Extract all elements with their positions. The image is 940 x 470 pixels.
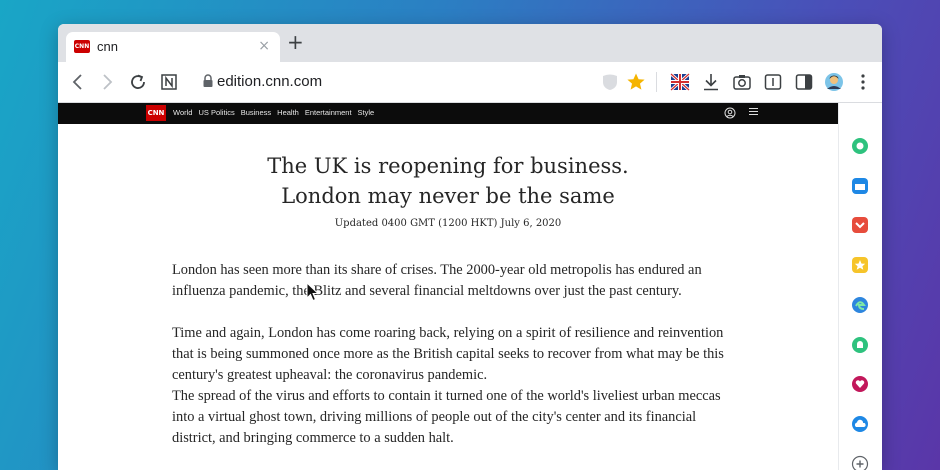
bookmark-star-icon[interactable] [625, 71, 647, 93]
tab-cnn[interactable]: CNN cnn × [66, 32, 280, 62]
chat-icon[interactable] [851, 137, 869, 155]
edge-icon[interactable] [851, 296, 869, 314]
pocket-icon[interactable] [851, 216, 869, 234]
bookmark-star-icon[interactable] [851, 256, 869, 274]
nav-link-entertainment[interactable]: Entertainment [305, 108, 352, 117]
tab-strip: CNN cnn × + [58, 24, 882, 62]
more-menu-icon[interactable] [852, 71, 874, 93]
calendar-icon[interactable] [851, 177, 869, 195]
lock-icon[interactable] [202, 74, 214, 88]
article-updated-timestamp: Updated 0400 GMT (1200 HKT) July 6, 2020 [334, 218, 562, 229]
profile-avatar-icon[interactable] [823, 71, 845, 93]
nav-link-us-politics[interactable]: US Politics [198, 108, 234, 117]
browser-toolbar: edition.cnn.com [58, 62, 882, 103]
nav-link-business[interactable]: Business [241, 108, 271, 117]
cnn-favicon-icon: CNN [74, 40, 90, 53]
cnn-navbar: CNN World US Politics Business Health En… [58, 103, 838, 124]
heart-icon[interactable] [851, 375, 869, 393]
page-content: CNN World US Politics Business Health En… [58, 103, 838, 470]
download-icon[interactable] [700, 71, 722, 93]
headline-line-1: The UK is reopening for business. [267, 154, 629, 178]
notification-bell-icon[interactable] [851, 336, 869, 354]
nav-link-health[interactable]: Health [277, 108, 299, 117]
article-headline: The UK is reopening for business. London… [58, 151, 838, 211]
new-tab-button[interactable]: + [287, 32, 304, 52]
cnn-logo[interactable]: CNN [146, 105, 166, 121]
toolbar-divider [656, 72, 657, 92]
reload-icon[interactable] [127, 71, 149, 93]
reader-icon[interactable] [762, 71, 784, 93]
sidebar-toggle-icon[interactable] [793, 71, 815, 93]
translate-flag-icon[interactable] [669, 71, 691, 93]
forward-icon[interactable] [96, 71, 118, 93]
nav-link-world[interactable]: World [173, 108, 192, 117]
camera-icon[interactable] [731, 71, 753, 93]
browser-sidebar [838, 103, 882, 470]
article-body: London has seen more than its share of c… [172, 260, 742, 470]
article-paragraph: Time and again, London has come roaring … [172, 325, 724, 383]
address-bar-url[interactable]: edition.cnn.com [217, 73, 322, 90]
hamburger-menu-icon[interactable] [748, 106, 759, 117]
nav-link-style[interactable]: Style [358, 108, 375, 117]
browser-window: CNN cnn × + edition.cnn.com CNN World US… [58, 24, 882, 470]
cloud-icon[interactable] [851, 415, 869, 433]
article-paragraph: The spread of the virus and efforts to c… [172, 388, 721, 446]
article-paragraph: London has seen more than its share of c… [172, 262, 702, 299]
add-icon[interactable] [851, 455, 869, 470]
close-tab-icon[interactable]: × [258, 38, 270, 54]
tab-title: cnn [97, 39, 118, 54]
cnn-nav-links: World US Politics Business Health Entert… [173, 108, 374, 117]
headline-line-2: London may never be the same [281, 184, 615, 208]
shield-icon[interactable] [599, 71, 621, 93]
user-account-icon[interactable] [724, 107, 736, 119]
notes-icon[interactable] [158, 71, 180, 93]
mouse-cursor-icon [306, 282, 320, 302]
back-icon[interactable] [67, 71, 89, 93]
